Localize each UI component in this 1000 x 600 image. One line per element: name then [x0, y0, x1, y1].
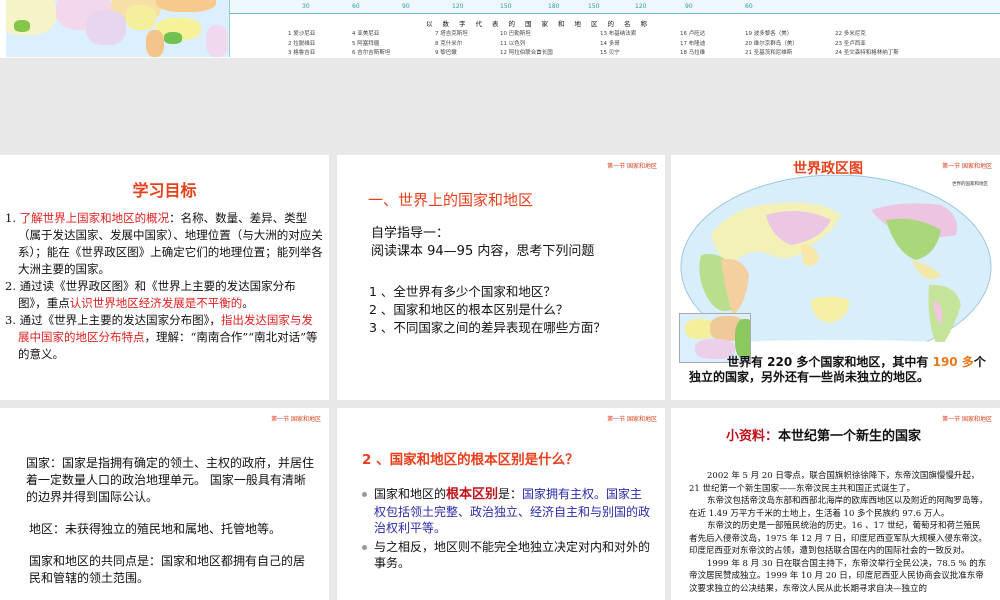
axis-label: 60	[745, 3, 753, 10]
bullet-item: 与之相反，地区则不能完全地独立决定对内和对外的事务。	[362, 539, 652, 572]
country-entry: 10 巴勒斯坦	[500, 31, 531, 37]
country-entry: 1 爱沙尼亚	[288, 31, 316, 37]
axis-label: 30	[302, 3, 310, 10]
slide-title: 一、世界上的国家和地区	[368, 191, 534, 209]
country-entry: 21 圣基茨和尼维斯	[745, 50, 793, 56]
country-entry: 3 格鲁吉亚	[288, 50, 316, 56]
slide-thumbnail-world-map-bottom[interactable]: 30 60 90 120 150 180 150 120 90 60 以数字代表…	[0, 0, 1000, 58]
section-header: 第一节 国家和地区	[607, 163, 657, 170]
country-entry: 13 布基纳法索	[600, 31, 637, 37]
country-list-column: 22 多米尼克 23 圣卢西亚 24 圣文森特和格林纳丁斯	[835, 30, 899, 58]
country-entry: 20 维尔京群岛（美）	[745, 40, 798, 47]
country-entry: 4 亚美尼亚	[352, 31, 380, 37]
paragraph: 2002 年 5 月 20 日零点，联合国旗帜徐徐降下，东帝汶国旗慢慢升起，21…	[689, 471, 980, 494]
paragraph: 东帝汶包括帝汶岛东部和西部北海岸的欧库西地区以及附近的阿陶罗岛等，在近 1.49…	[689, 496, 988, 519]
country-entry: 9 黎巴嫩	[435, 50, 457, 56]
slide-title: 学习目标	[132, 181, 197, 200]
country-list-column: 7 塔吉克斯坦 8 克什米尔 9 黎巴嫩	[435, 30, 468, 58]
question-item: 2 、国家和地区的根本区别是什么？	[369, 302, 569, 317]
axis-label: 150	[588, 3, 600, 10]
axis-label: 150	[500, 3, 512, 10]
bullet-item: 国家和地区的根本区别是：国家拥有主权。国家主权包括领土完整、政治独立、经济自主和…	[362, 486, 652, 537]
paragraph: 东帝汶的历史是一部殖民统治的历史。16 、17 世纪，葡萄牙和荷兰殖民者先后入侵…	[689, 521, 987, 556]
goal-item: 3. 通过《世界上主要的发达国家分布图》，指出发达国家与发展中国家的地区分布特点…	[5, 313, 318, 361]
axis-label: 120	[635, 3, 647, 10]
slide-thumbnail-fundamental-difference[interactable]: 第一节 国家和地区 2 、国家和地区的根本区别是什么？ 国家和地区的根本区别是：…	[337, 408, 665, 600]
country-entry: 2 拉脱维亚	[288, 40, 316, 47]
axis-label: 60	[352, 3, 360, 10]
slide-thumbnail-learning-goals[interactable]: 学习目标 1. 了解世界上国家和地区的概况：名称、数量、差异、类型（属于发达国家…	[0, 155, 329, 400]
country-list-column: 16 卢旺达 17 布隆迪 18 马拉维	[680, 30, 705, 58]
country-list-column: 19 波多黎各（美） 20 维尔京群岛（美） 21 圣基茨和尼维斯	[745, 30, 798, 58]
axis-label: 180	[548, 3, 560, 10]
slide-thumbnail-countries-and-regions[interactable]: 第一节 国家和地区 一、世界上的国家和地区 自学指导一： 阅读课本 94—95 …	[337, 155, 665, 400]
section-header: 第一节 国家和地区	[607, 416, 657, 423]
axis-label: 90	[402, 3, 410, 10]
country-entry: 18 马拉维	[680, 50, 706, 56]
common-point: 国家和地区的共同点是：国家和地区都拥有自己的居民和管辖的领土范围。	[29, 554, 306, 585]
goal-item: 2. 通过读《世界政区图》和《世界上主要的发达国家分布图》，重点认识世界地区经济…	[5, 279, 296, 310]
country-entry: 23 圣卢西亚	[835, 40, 866, 47]
section-header: 第一节 国家和地区	[271, 416, 321, 423]
country-entry: 16 卢旺达	[680, 31, 706, 37]
slide-thumbnail-world-political-map[interactable]: 世界政区图 第一节 国家和地区 世界的国家和地区 世界有 220 多个国家和地区…	[671, 155, 1000, 400]
country-list-column: 4 亚美尼亚 5 阿塞拜疆 6 吉尔吉斯斯坦	[352, 30, 390, 58]
goal-item: 1. 了解世界上国家和地区的概况：名称、数量、差异、类型（属于发达国家、发展中国…	[5, 211, 323, 276]
section-header: 第一节 国家和地区	[942, 163, 992, 170]
country-entry: 11 以色列	[500, 40, 526, 47]
country-entry: 15 贝宁	[600, 50, 620, 56]
country-definition: 国家：国家是指拥有确定的领土、主权的政府，并居住着一定数量人口的政治地理单元。 …	[26, 456, 315, 504]
country-entry: 5 阿塞拜疆	[352, 40, 380, 47]
country-entry: 17 布隆迪	[680, 40, 706, 47]
countries-summary: 世界有 220 多个国家和地区，其中有 190 多个独立的国家，另外还有一些尚未…	[689, 355, 986, 384]
country-entry: 14 多哥	[600, 40, 620, 47]
europe-map-inset	[6, 0, 230, 57]
paragraph: 1999 年 8 月 30 日在联合国主持下，东帝汶举行全民公决，78.5 % …	[689, 558, 987, 594]
longitude-axis: 30 60 90 120 150 180 150 120 90 60	[230, 0, 1000, 14]
axis-label: 120	[452, 3, 464, 10]
country-entry: 8 克什米尔	[435, 40, 463, 47]
country-list-column: 10 巴勒斯坦 11 以色列 12 阿拉伯联合酋长国	[500, 30, 553, 58]
question-item: 3 、不同国家之间的差异表现在哪些方面？	[369, 320, 606, 335]
axis-label: 90	[685, 3, 693, 10]
reading-instruction: 阅读课本 94—95 内容，思考下列问题	[371, 244, 595, 259]
country-entry: 12 阿拉伯联合酋长国	[500, 50, 553, 56]
guide-label: 自学指导一：	[371, 226, 450, 241]
region-definition: 地区：未获得独立的殖民地和属地、托管地等。	[29, 522, 282, 536]
question-item: 1 、全世界有多少个国家和地区？	[369, 284, 556, 299]
slide-thumbnail-east-timor-info[interactable]: 第一节 国家和地区 小资料：本世纪第一个新生的国家 2002 年 5 月 20 …	[671, 408, 1000, 600]
country-entry: 24 圣文森特和格林纳丁斯	[835, 50, 899, 56]
country-entry: 22 多米尼克	[835, 31, 866, 37]
country-entry: 19 波多黎各（美）	[745, 31, 793, 37]
country-table-title: 以数字代表的国家和地区的名称	[426, 20, 657, 28]
slide-thumbnail-country-definition[interactable]: 第一节 国家和地区 国家：国家是指拥有确定的领土、主权的政府，并居住着一定数量人…	[0, 408, 329, 600]
country-list-column: 1 爱沙尼亚 2 拉脱维亚 3 格鲁吉亚	[288, 30, 315, 58]
section-header: 第一节 国家和地区	[942, 416, 992, 423]
slide-title: 2 、国家和地区的根本区别是什么？	[362, 452, 579, 468]
country-entry: 7 塔吉克斯坦	[435, 31, 468, 37]
slide-title: 小资料：本世纪第一个新生的国家	[725, 429, 922, 444]
country-list-column: 13 布基纳法索 14 多哥 15 贝宁	[600, 30, 636, 58]
country-entry: 6 吉尔吉斯斯坦	[352, 50, 391, 56]
